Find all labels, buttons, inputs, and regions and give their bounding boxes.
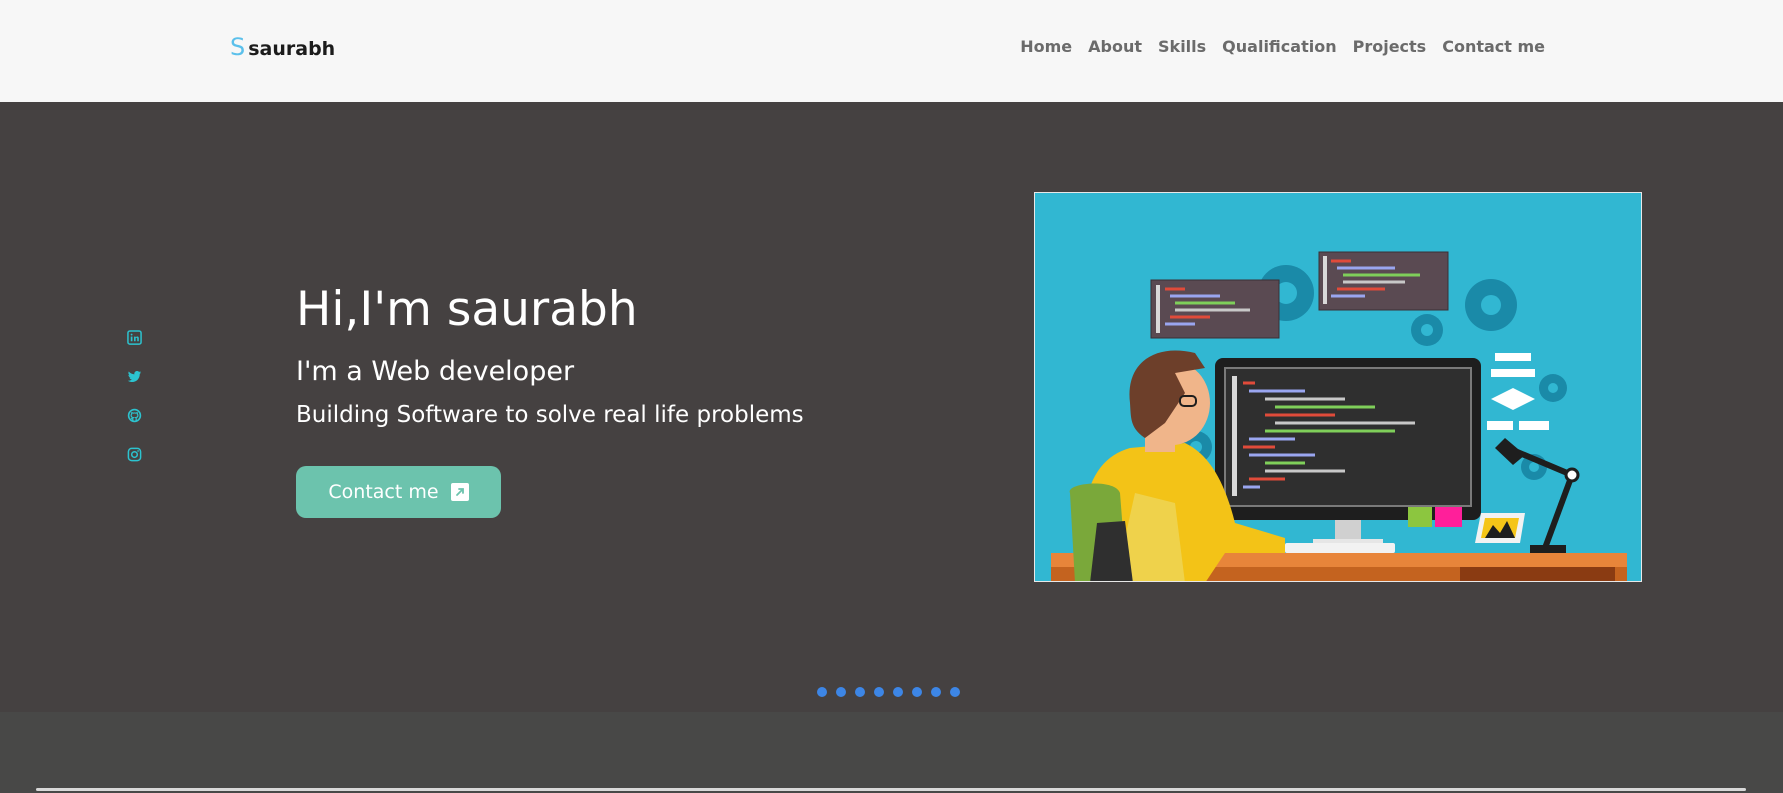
logo[interactable]: S saurabh bbox=[230, 33, 335, 61]
hero-role: I'm a Web developer bbox=[296, 356, 575, 387]
carousel-dot[interactable] bbox=[836, 687, 846, 697]
hero-title: Hi,I'm saurabh bbox=[296, 282, 638, 337]
contact-me-label: Contact me bbox=[328, 481, 439, 503]
nav-contact[interactable]: Contact me bbox=[1442, 37, 1545, 56]
logo-text: saurabh bbox=[248, 38, 336, 60]
github-icon[interactable] bbox=[127, 406, 142, 424]
nav-projects[interactable]: Projects bbox=[1353, 37, 1427, 56]
instagram-icon[interactable] bbox=[127, 445, 142, 463]
external-link-icon bbox=[450, 483, 469, 501]
carousel-dot[interactable] bbox=[912, 687, 922, 697]
linkedin-icon[interactable] bbox=[127, 328, 142, 346]
hero-tagline: Building Software to solve real life pro… bbox=[296, 402, 804, 428]
nav-about[interactable]: About bbox=[1088, 37, 1142, 56]
contact-me-button[interactable]: Contact me bbox=[296, 466, 501, 518]
logo-mark: S bbox=[230, 33, 246, 61]
carousel-dot[interactable] bbox=[817, 687, 827, 697]
twitter-icon[interactable] bbox=[127, 367, 142, 385]
hero-illustration bbox=[1034, 192, 1642, 582]
carousel-dot[interactable] bbox=[874, 687, 884, 697]
navbar: S saurabh Home About Skills Qualificatio… bbox=[0, 0, 1783, 102]
nav-qualification[interactable]: Qualification bbox=[1222, 37, 1336, 56]
social-links bbox=[127, 328, 142, 463]
scrollbar-track[interactable] bbox=[36, 788, 1746, 791]
developer-illustration-svg bbox=[1035, 193, 1641, 581]
carousel-dot[interactable] bbox=[931, 687, 941, 697]
hero-section: Hi,I'm saurabh I'm a Web developer Build… bbox=[0, 102, 1783, 712]
next-section bbox=[0, 712, 1783, 793]
carousel-dot[interactable] bbox=[855, 687, 865, 697]
nav-links: Home About Skills Qualification Projects… bbox=[1020, 37, 1545, 56]
carousel-dot[interactable] bbox=[950, 687, 960, 697]
nav-home[interactable]: Home bbox=[1020, 37, 1072, 56]
carousel-dot[interactable] bbox=[893, 687, 903, 697]
nav-skills[interactable]: Skills bbox=[1158, 37, 1206, 56]
carousel-dots bbox=[817, 687, 960, 697]
